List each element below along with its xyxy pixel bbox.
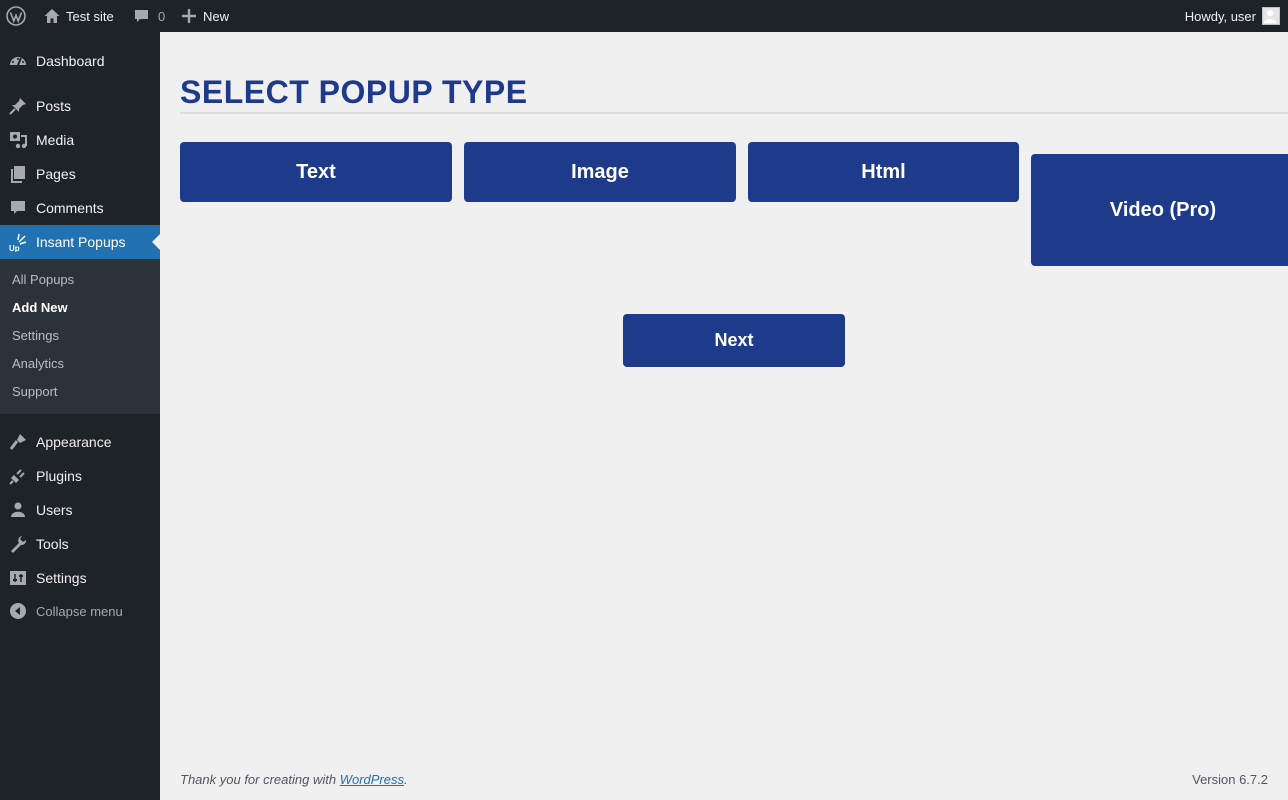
media-icon — [0, 123, 36, 157]
collapse-menu-button[interactable]: Collapse menu — [0, 594, 160, 628]
submenu-item-all-popups[interactable]: All Popups — [12, 272, 74, 287]
sidebar-item-label: Appearance — [36, 434, 112, 450]
howdy-text: Howdy, user — [1184, 8, 1256, 24]
svg-text:Up: Up — [9, 244, 20, 252]
sidebar-item-users[interactable]: Users — [0, 493, 160, 527]
site-name-link[interactable]: Test site — [42, 0, 114, 32]
comments-count: 0 — [158, 8, 166, 24]
sidebar-item-settings[interactable]: Settings — [0, 561, 160, 595]
avatar — [1262, 7, 1280, 25]
home-icon — [42, 6, 62, 26]
user-icon — [0, 493, 36, 527]
footer-thanks-text: Thank you for creating with — [180, 772, 340, 787]
sidebar-item-appearance[interactable]: Appearance — [0, 425, 160, 459]
comment-icon — [0, 191, 36, 225]
sidebar-item-label: Settings — [36, 570, 87, 586]
footer-thanks-suffix: . — [404, 772, 408, 787]
wordpress-logo-button[interactable] — [6, 0, 30, 32]
collapse-menu-label: Collapse menu — [36, 603, 123, 619]
new-content-link[interactable]: New — [179, 0, 229, 32]
submenu-item-add-new[interactable]: Add New — [12, 300, 68, 315]
wrench-icon — [0, 527, 36, 561]
sidebar-item-insant-popups[interactable]: Up Insant Popups — [0, 225, 160, 259]
sidebar-item-label: Comments — [36, 200, 104, 216]
plus-icon — [179, 6, 199, 26]
sidebar-item-plugins[interactable]: Plugins — [0, 459, 160, 493]
brush-icon — [0, 425, 36, 459]
next-button[interactable]: Next — [623, 314, 845, 367]
popup-plugin-icon: Up — [0, 225, 36, 259]
sidebar-item-label: Plugins — [36, 468, 82, 484]
sidebar-item-label: Insant Popups — [36, 234, 126, 250]
title-divider — [180, 112, 1288, 114]
dashboard-icon — [0, 44, 36, 78]
sidebar-item-label: Dashboard — [36, 53, 105, 69]
sidebar-item-label: Pages — [36, 166, 76, 182]
comments-link[interactable]: 0 — [132, 0, 165, 32]
account-menu[interactable]: Howdy, user — [1185, 0, 1280, 32]
submenu-item-support[interactable]: Support — [12, 384, 58, 399]
popup-type-image-button[interactable]: Image — [464, 142, 736, 202]
settings-icon — [0, 561, 36, 595]
popups-submenu: All Popups Add New Settings Analytics Su… — [0, 259, 160, 414]
popup-type-video-pro-button[interactable]: Video (Pro) — [1031, 154, 1288, 266]
submenu-item-analytics[interactable]: Analytics — [12, 356, 64, 371]
admin-bar: Test site 0 New Howdy, user — [0, 0, 1288, 32]
sidebar-item-label: Media — [36, 132, 75, 148]
version-text: Version 6.7.2 — [1192, 772, 1268, 787]
sidebar-item-label: Posts — [36, 98, 72, 114]
wordpress-logo-icon — [6, 6, 26, 26]
submenu-item-settings[interactable]: Settings — [12, 328, 59, 343]
sidebar-item-dashboard[interactable]: Dashboard — [0, 44, 160, 78]
sidebar-item-label: Tools — [36, 536, 69, 552]
new-label: New — [203, 8, 230, 24]
footer-thanks: Thank you for creating with WordPress. — [180, 772, 408, 787]
sidebar-item-posts[interactable]: Posts — [0, 89, 160, 123]
page-title: SELECT POPUP TYPE — [180, 74, 528, 110]
pin-icon — [0, 89, 36, 123]
plug-icon — [0, 459, 36, 493]
site-name: Test site — [66, 8, 114, 24]
pages-icon — [0, 157, 36, 191]
collapse-arrow-icon — [0, 594, 36, 628]
admin-sidebar: Dashboard Posts Media Pages Comments Up … — [0, 32, 160, 800]
popup-type-html-button[interactable]: Html — [748, 142, 1019, 202]
sidebar-item-tools[interactable]: Tools — [0, 527, 160, 561]
sidebar-item-label: Users — [36, 502, 73, 518]
sidebar-item-pages[interactable]: Pages — [0, 157, 160, 191]
sidebar-item-media[interactable]: Media — [0, 123, 160, 157]
sidebar-item-comments[interactable]: Comments — [0, 191, 160, 225]
wordpress-link[interactable]: WordPress — [340, 772, 404, 787]
popup-type-text-button[interactable]: Text — [180, 142, 452, 202]
comment-bubble-icon — [132, 6, 152, 26]
